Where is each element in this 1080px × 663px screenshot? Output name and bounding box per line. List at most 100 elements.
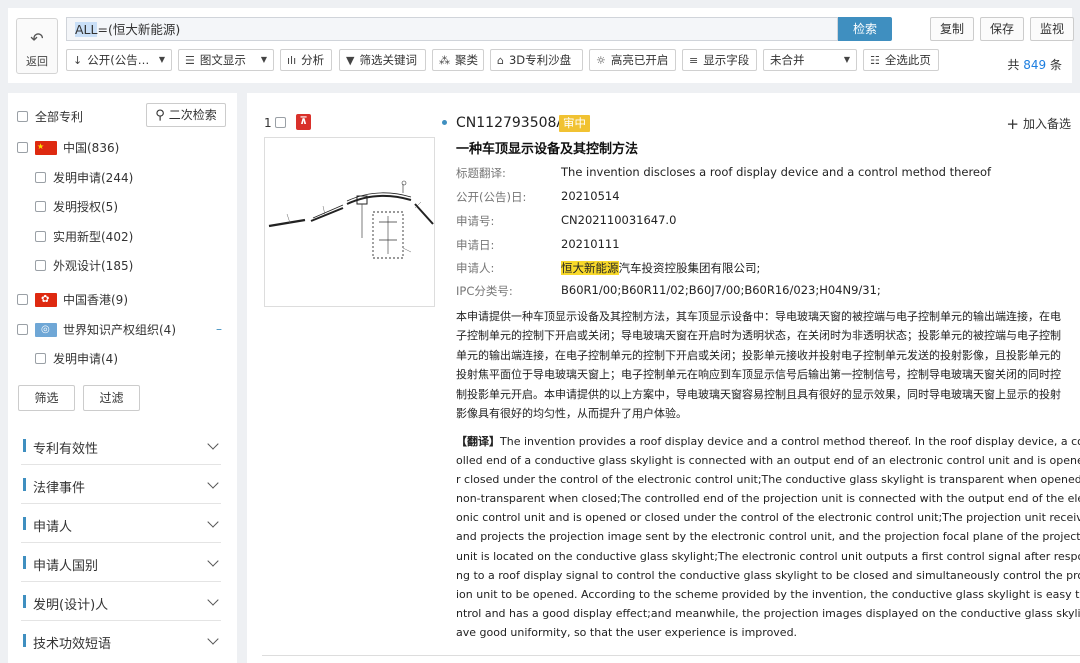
back-arrow-icon: ↶ — [30, 29, 44, 48]
china-flag-icon — [35, 140, 57, 155]
view-mode-dropdown[interactable]: ☰ 图文显示 ▼ — [178, 49, 274, 71]
filter-keywords-button[interactable]: ▼ 筛选关键词 — [339, 49, 426, 71]
analysis-button[interactable]: ılı 分析 — [280, 49, 332, 71]
tree-item-hongkong[interactable]: 中国香港(9) — [17, 292, 128, 307]
section-marker — [23, 478, 26, 491]
section-patent-validity[interactable]: 专利有效性 — [21, 426, 221, 465]
checkbox[interactable] — [35, 172, 46, 183]
section-title: 申请人 — [33, 520, 73, 535]
field-value: B60R1/00;B60R11/02;B60J7/00;B60R16/023;H… — [561, 283, 881, 297]
list-icon: ☰ — [185, 54, 195, 67]
total-count: 849 — [1023, 58, 1047, 72]
tree-item-design[interactable]: 外观设计(185) — [35, 259, 133, 273]
save-button[interactable]: 保存 — [980, 17, 1024, 41]
funnel-icon: ▼ — [346, 54, 355, 67]
tree-item-invention-grant[interactable]: 发明授权(5) — [35, 200, 118, 214]
collapse-icon[interactable]: – — [216, 322, 222, 336]
translation-line: 【翻译】The invention provides a roof displa… — [456, 432, 1080, 451]
section-marker — [23, 556, 26, 569]
checkbox[interactable] — [35, 201, 46, 212]
monitor-button[interactable]: 监视 — [1030, 17, 1074, 41]
exclude-button[interactable]: 过滤 — [83, 385, 140, 411]
chevron-down-icon — [207, 438, 219, 450]
applicant-link[interactable]: 恒大新能源汽车投资控股集团有限公司; — [561, 260, 760, 276]
chevron-down-icon: ▼ — [260, 55, 267, 64]
section-applicant[interactable]: 申请人 — [21, 504, 221, 543]
result-bullet — [442, 120, 447, 125]
cube-icon: ⌂ — [497, 54, 504, 67]
checklist-icon: ☷ — [870, 54, 880, 67]
abstract-text: 本申请提供一种车顶显示设备及其控制方法，其车顶显示设备中：导电玻璃天窗的被控端与… — [456, 307, 1080, 423]
display-fields-button[interactable]: ≡ 显示字段 — [682, 49, 757, 71]
tree-label: 世界知识产权组织(4) — [63, 323, 176, 337]
checkbox[interactable] — [17, 111, 28, 122]
cluster-button[interactable]: ⁂ 聚类 — [432, 49, 484, 71]
sort-dropdown[interactable]: ↓ 公开(公告… ▼ — [66, 49, 172, 71]
highlight-toggle[interactable]: ☼ 高亮已开启 — [589, 49, 676, 71]
sort-label: 公开(公告… — [87, 53, 150, 67]
checkbox[interactable] — [35, 353, 46, 364]
select-all-page-button[interactable]: ☷ 全选此页 — [863, 49, 939, 71]
checkbox[interactable] — [35, 260, 46, 271]
section-tech-effect[interactable]: 技术功效短语 — [21, 621, 221, 660]
pdf-icon[interactable]: ⊼ — [296, 114, 311, 130]
display-fields-label: 显示字段 — [703, 53, 750, 67]
field-key: 申请日: — [456, 238, 495, 252]
patent-title[interactable]: 一种车顶显示设备及其控制方法 — [456, 138, 638, 157]
chevron-down-icon — [207, 516, 219, 528]
add-to-candidates-button[interactable]: + 加入备选 — [1006, 115, 1071, 133]
filter-sidebar: 全部专利 ⚲二次检索 中国(836) 发明申请(244) 发明授权(5) 实用新… — [8, 93, 237, 663]
abstract-translation: 【翻译】The invention provides a roof displa… — [456, 432, 1080, 642]
checkbox[interactable] — [17, 294, 28, 305]
search-button[interactable]: 检索 — [838, 17, 892, 41]
tree-item-wipo[interactable]: 世界知识产权组织(4) — [17, 322, 176, 337]
section-marker — [23, 439, 26, 452]
all-patents-checkbox[interactable]: 全部专利 — [17, 110, 83, 124]
abstract-line: 本申请提供一种车顶显示设备及其控制方法，其车顶显示设备中：导电玻璃天窗的被控端与… — [456, 310, 1061, 323]
publication-number-link[interactable]: CN112793508A — [456, 115, 566, 131]
section-inventor[interactable]: 发明(设计)人 — [21, 582, 221, 621]
add-to-candidates-label: 加入备选 — [1022, 117, 1071, 131]
tree-item-china[interactable]: 中国(836) — [17, 140, 120, 155]
result-list: 1 ⊼ CN112793508A 审中 +加入备选 一种车顶显示设备及其控制方 — [247, 93, 1080, 663]
translation-line: onic control unit and is opened or close… — [456, 511, 1080, 525]
copy-button[interactable]: 复制 — [930, 17, 974, 41]
wipo-flag-icon — [35, 322, 57, 337]
abstract-line: 子控制单元的控制下开启或关闭；导电玻璃天窗在开启时为透明状态，在关闭时为非透明状… — [456, 329, 1061, 343]
checkbox[interactable] — [17, 142, 28, 153]
search-query-input[interactable]: ALL=(恒大新能源) — [66, 17, 838, 41]
tree-label: 中国香港(9) — [63, 293, 128, 307]
translation-line: olled end of a conductive glass skylight… — [456, 454, 1080, 468]
back-button[interactable]: ↶ 返回 — [16, 18, 58, 74]
tree-label: 外观设计(185) — [53, 259, 134, 273]
merge-dropdown[interactable]: 未合并 ▼ — [763, 49, 857, 71]
filter-button[interactable]: 筛选 — [18, 385, 75, 411]
lines-icon: ≡ — [689, 54, 699, 67]
translation-line: ave good uniformity, so that the user ex… — [456, 625, 798, 639]
tree-item-invention-app[interactable]: 发明申请(244) — [35, 171, 133, 185]
section-legal-events[interactable]: 法律事件 — [21, 465, 221, 504]
sort-icon: ↓ — [73, 54, 83, 67]
patent-sandbox-button[interactable]: ⌂ 3D专利沙盘 — [490, 49, 583, 71]
tree-label: 发明申请(244) — [53, 171, 134, 185]
translation-line: unit is located on the conductive glass … — [456, 549, 1080, 563]
second-search-button[interactable]: ⚲ 二次检索 — [146, 103, 226, 127]
checkbox[interactable] — [17, 324, 28, 335]
cluster-label: 聚类 — [455, 53, 478, 67]
checkbox[interactable] — [35, 231, 46, 242]
patent-drawing-thumbnail[interactable] — [264, 137, 435, 307]
result-index: 1 — [264, 116, 272, 130]
tree-item-utility-model[interactable]: 实用新型(402) — [35, 230, 133, 244]
tree-label: 中国(836) — [63, 141, 120, 155]
field-key: IPC分类号: — [456, 284, 513, 298]
translation-line-text: The invention provides a roof display de… — [500, 435, 1080, 448]
query-expression: =(恒大新能源) — [97, 22, 181, 37]
translation-line: non-transparent when closed;The controll… — [456, 492, 1080, 506]
tree-item-wipo-invention-app[interactable]: 发明申请(4) — [35, 352, 118, 366]
section-applicant-country[interactable]: 申请人国别 — [21, 543, 221, 582]
translation-line: and projects the projection image sent b… — [456, 530, 1080, 544]
section-marker — [23, 634, 26, 647]
abstract-line: 单元的输出端连接，在电子控制单元的控制下开启或关闭；投影单元接收并投射电子控制单… — [456, 348, 1061, 362]
total-prefix: 共 — [1007, 58, 1020, 72]
result-checkbox[interactable] — [275, 117, 286, 128]
